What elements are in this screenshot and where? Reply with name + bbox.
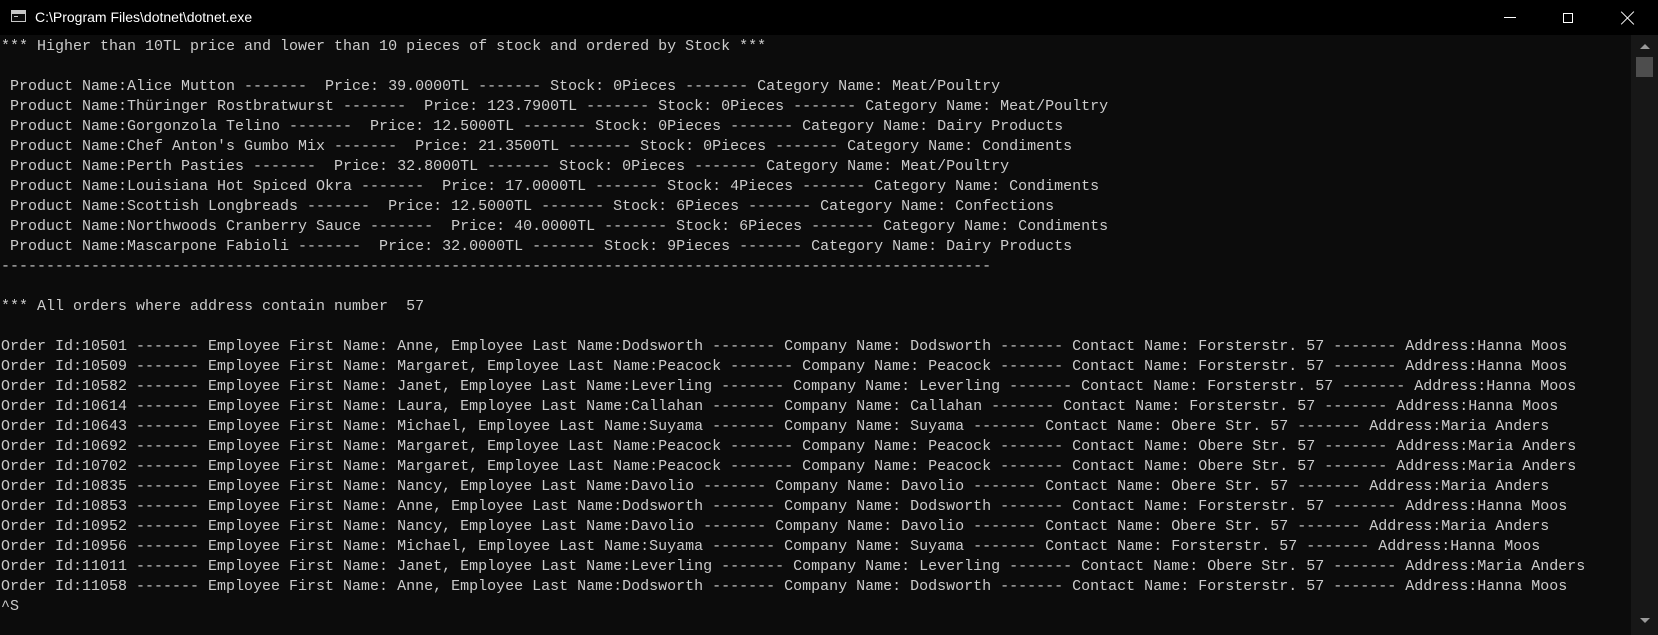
console-line: Order Id:10643 ------- Employee First Na…: [1, 418, 1550, 435]
console-line: ^S: [1, 598, 20, 615]
console-line: ----------------------------------------…: [1, 258, 992, 275]
console-line: Product Name:Northwoods Cranberry Sauce …: [1, 218, 1109, 235]
console-line: Order Id:10692 ------- Employee First Na…: [1, 438, 1577, 455]
console-line: *** All orders where address contain num…: [1, 298, 425, 315]
console-line: Product Name:Gorgonzola Telino ------- P…: [1, 118, 1064, 135]
console-line: Product Name:Chef Anton's Gumbo Mix ----…: [1, 138, 1073, 155]
console-output[interactable]: *** Higher than 10TL price and lower tha…: [0, 37, 1630, 635]
minimize-icon: [1504, 17, 1516, 18]
console-window-icon[interactable]: [11, 10, 26, 22]
close-icon: [1621, 11, 1635, 25]
console-line: Order Id:10509 ------- Employee First Na…: [1, 358, 1568, 375]
title-bar[interactable]: C:\Program Files\dotnet\dotnet.exe: [0, 0, 1658, 35]
maximize-icon: [1563, 12, 1573, 23]
console-line: Product Name:Thüringer Rostbratwurst ---…: [1, 98, 1109, 115]
console-line: Order Id:11011 ------- Employee First Na…: [1, 558, 1586, 575]
console-line: Order Id:10835 ------- Employee First Na…: [1, 478, 1550, 495]
console-line: Product Name:Louisiana Hot Spiced Okra -…: [1, 178, 1100, 195]
close-button[interactable]: [1597, 0, 1658, 35]
console-line: Order Id:10956 ------- Employee First Na…: [1, 538, 1541, 555]
console-line: Order Id:10952 ------- Employee First Na…: [1, 518, 1550, 535]
scroll-thumb[interactable]: [1636, 57, 1653, 77]
window-title: C:\Program Files\dotnet\dotnet.exe: [35, 9, 253, 25]
console-line: Product Name:Perth Pasties ------- Price…: [1, 158, 1010, 175]
scroll-down-arrow-icon[interactable]: [1640, 618, 1650, 623]
console-line: Order Id:10853 ------- Employee First Na…: [1, 498, 1568, 515]
console-line: Product Name:Alice Mutton ------- Price:…: [1, 78, 1001, 95]
console-line: *** Higher than 10TL price and lower tha…: [1, 38, 767, 55]
console-line: Product Name:Scottish Longbreads -------…: [1, 198, 1055, 215]
scroll-up-arrow-icon[interactable]: [1640, 44, 1650, 49]
console-line: Order Id:10702 ------- Employee First Na…: [1, 458, 1577, 475]
console-line: Order Id:10614 ------- Employee First Na…: [1, 398, 1559, 415]
maximize-button[interactable]: [1539, 0, 1597, 35]
console-line: Order Id:11058 ------- Employee First Na…: [1, 578, 1568, 595]
console-line: Product Name:Mascarpone Fabioli ------- …: [1, 238, 1073, 255]
console-line: Order Id:10501 ------- Employee First Na…: [1, 338, 1568, 355]
console-line: Order Id:10582 ------- Employee First Na…: [1, 378, 1577, 395]
console-window: C:\Program Files\dotnet\dotnet.exe *** H…: [0, 0, 1658, 635]
minimize-button[interactable]: [1481, 0, 1539, 35]
vertical-scrollbar[interactable]: [1631, 35, 1658, 635]
